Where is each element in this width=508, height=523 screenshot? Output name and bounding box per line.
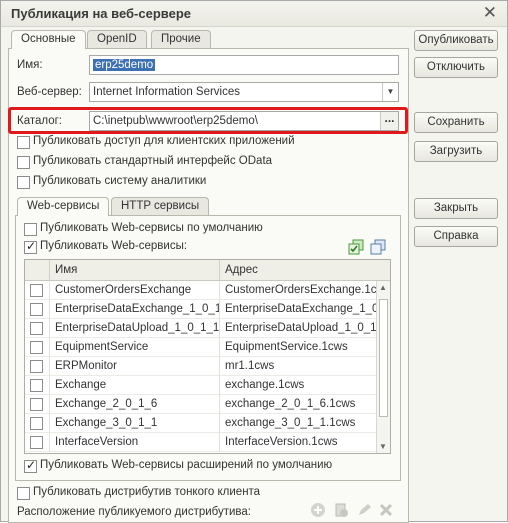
table-row[interactable]: CustomerOrdersExchange CustomerOrdersExc… (25, 281, 376, 300)
header-name[interactable]: Имя (49, 260, 219, 281)
webserver-select[interactable]: Internet Information Services ▼ (89, 82, 399, 102)
row-name: EnterpriseDataUpload_1_0_1_1 (49, 319, 219, 338)
option-checkbox-analytics[interactable] (17, 176, 30, 189)
row-name: CustomerOrdersExchange (49, 281, 219, 300)
table-row[interactable]: InterfaceVersion InterfaceVersion.1cws (25, 433, 376, 452)
chevron-down-icon[interactable]: ▼ (382, 83, 398, 101)
name-label: Имя: (17, 59, 43, 71)
tab-web-services[interactable]: Web-сервисы (17, 197, 110, 216)
table-header: Имя Адрес (25, 260, 390, 281)
row-checkbox[interactable] (30, 360, 43, 373)
publish-default-label: Публиковать Web-сервисы по умолчанию (40, 222, 263, 234)
name-input[interactable]: erp25demo (89, 55, 399, 75)
close-icon[interactable]: ✕ (483, 3, 497, 23)
option-label-analytics: Публиковать систему аналитики (33, 175, 207, 187)
table-row[interactable]: EquipmentService EquipmentService.1cws (25, 338, 376, 357)
header-check-column (25, 260, 49, 281)
row-address: mr1.1cws (219, 357, 376, 376)
add-icon[interactable] (310, 502, 326, 518)
scroll-down-icon[interactable]: ▼ (379, 442, 387, 451)
thin-client-checkbox[interactable] (17, 487, 30, 500)
help-button[interactable]: Справка (414, 226, 498, 247)
publication-dialog: Публикация на веб-сервере ✕ Основные Ope… (0, 0, 508, 523)
row-checkbox[interactable] (30, 436, 43, 449)
publish-web-services-checkbox[interactable] (24, 239, 37, 254)
publish-extensions-checkbox[interactable] (24, 458, 37, 473)
tab-openid[interactable]: OpenID (87, 30, 147, 49)
header-address[interactable]: Адрес (219, 260, 376, 281)
row-checkbox[interactable] (30, 341, 43, 354)
row-address: EnterpriseDataUpload_1_0_1... (219, 319, 376, 338)
row-checkbox[interactable] (30, 398, 43, 411)
scroll-up-icon[interactable]: ▲ (379, 283, 387, 292)
tab-http-services[interactable]: HTTP сервисы (111, 197, 210, 216)
publish-button[interactable]: Опубликовать (414, 30, 498, 51)
disable-button[interactable]: Отключить (414, 57, 498, 78)
window-title: Публикация на веб-сервере (11, 6, 192, 21)
copy-icon[interactable] (333, 502, 349, 518)
row-name: ERPMonitor (49, 357, 219, 376)
name-value: erp25demo (93, 59, 156, 71)
save-button[interactable]: Сохранить (414, 112, 498, 133)
uncheck-all-icon[interactable] (370, 239, 386, 255)
check-all-icon[interactable] (348, 239, 364, 255)
row-address: exchange_2_0_1_6.1cws (219, 395, 376, 414)
webserver-value: Internet Information Services (93, 86, 241, 98)
scrollbar-thumb[interactable] (379, 299, 388, 417)
option-label-odata: Публиковать стандартный интерфейс OData (33, 155, 273, 167)
publish-default-checkbox[interactable] (24, 223, 37, 236)
row-checkbox[interactable] (30, 322, 43, 335)
table-row[interactable]: Exchange_3_0_1_1 exchange_3_0_1_1.1cws (25, 414, 376, 433)
close-button[interactable]: Закрыть (414, 198, 498, 219)
row-checkbox[interactable] (30, 303, 43, 316)
tab-other[interactable]: Прочие (151, 30, 211, 49)
option-checkbox-odata[interactable] (17, 156, 30, 169)
catalog-highlight-frame (8, 107, 408, 134)
distribution-location-label: Расположение публикуемого дистрибутива: (17, 506, 252, 518)
row-address: exchange.1cws (219, 376, 376, 395)
row-name: InterfaceVersion (49, 433, 219, 452)
table-row[interactable]: EnterpriseDataExchange_1_0_1... Enterpri… (25, 300, 376, 319)
table-row[interactable]: EnterpriseDataUpload_1_0_1_1 EnterpriseD… (25, 319, 376, 338)
row-name: Exchange_2_0_1_6 (49, 395, 219, 414)
table-row[interactable]: Exchange exchange.1cws (25, 376, 376, 395)
tab-main[interactable]: Основные (11, 30, 86, 49)
load-button[interactable]: Загрузить (414, 141, 498, 162)
web-services-table: Имя Адрес CustomerOrdersExchange Custome… (24, 259, 391, 454)
thin-client-label: Публиковать дистрибутив тонкого клиента (33, 486, 261, 498)
row-checkbox[interactable] (30, 417, 43, 430)
row-address: EnterpriseDataExchange_1_0_... (219, 300, 376, 319)
edit-pencil-icon[interactable] (356, 502, 372, 518)
delete-icon[interactable] (378, 502, 394, 518)
row-address: exchange_3_0_1_1.1cws (219, 414, 376, 433)
publish-web-services-label: Публиковать Web-сервисы: (40, 240, 188, 252)
option-checkbox-client-apps[interactable] (17, 136, 30, 149)
table-scrollbar[interactable]: ▲ ▼ (376, 281, 390, 453)
row-name: EnterpriseDataExchange_1_0_1... (49, 300, 219, 319)
row-name: EquipmentService (49, 338, 219, 357)
row-address: CustomerOrdersExchange.1c... (219, 281, 376, 300)
table-row[interactable]: Exchange_2_0_1_6 exchange_2_0_1_6.1cws (25, 395, 376, 414)
row-name: Exchange_3_0_1_1 (49, 414, 219, 433)
option-label-client-apps: Публиковать доступ для клиентских прилож… (33, 135, 295, 147)
row-checkbox[interactable] (30, 284, 43, 297)
row-checkbox[interactable] (30, 379, 43, 392)
row-name: Exchange (49, 376, 219, 395)
row-address: EquipmentService.1cws (219, 338, 376, 357)
row-address: InterfaceVersion.1cws (219, 433, 376, 452)
webserver-label: Веб-сервер: (17, 86, 82, 98)
table-row[interactable]: ERPMonitor mr1.1cws (25, 357, 376, 376)
title-bar: Публикация на веб-сервере ✕ (1, 1, 507, 27)
publish-extensions-label: Публиковать Web-сервисы расширений по ум… (40, 459, 333, 471)
